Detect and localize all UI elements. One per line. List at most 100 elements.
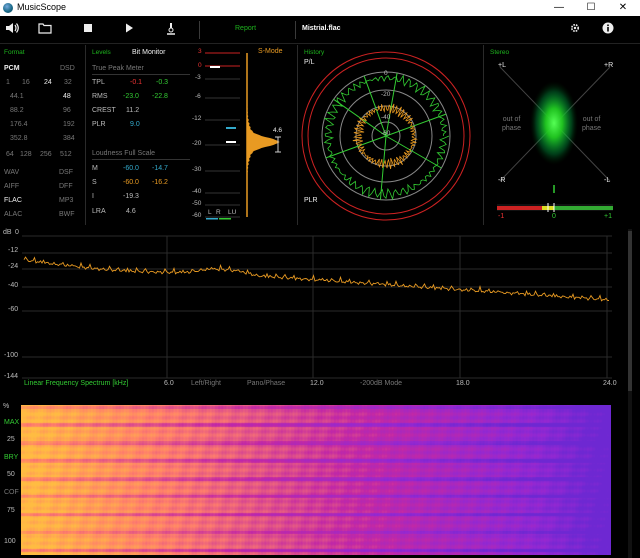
bit-depth-32: 32 xyxy=(64,79,72,86)
file-name: Mistrial.flac xyxy=(302,25,341,32)
format-dsf: DSF xyxy=(59,169,73,176)
loud-i-value: -19.3 xyxy=(123,193,139,200)
loud-m-b: -14.7 xyxy=(152,165,168,172)
legend-lu: LU xyxy=(228,209,237,216)
close-button[interactable]: ✕ xyxy=(608,0,638,16)
format-dff: DFF xyxy=(59,183,73,190)
spectrum-x-6: 6.0 xyxy=(164,380,174,387)
loud-i-label: I xyxy=(92,193,94,200)
sample-rate-384: 384 xyxy=(63,135,75,142)
dsd-rate-128: 128 xyxy=(20,151,32,158)
format-bwf: BWF xyxy=(59,211,75,218)
smode-label[interactable]: S-Mode xyxy=(258,48,283,55)
meter-tick-neg60: -60 xyxy=(192,212,202,219)
pano-phase-toggle[interactable]: Pano/Phase xyxy=(247,380,285,387)
divider xyxy=(92,74,190,75)
play-icon[interactable] xyxy=(121,22,137,38)
tpl-right: -0.3 xyxy=(156,79,169,86)
spectrum-y-12: -12 xyxy=(8,247,19,254)
spectrum-x-24: 24.0 xyxy=(603,380,617,387)
loudness-title: Loudness Full Scale xyxy=(92,150,156,157)
title-bar: MusicScope — ☐ ✕ xyxy=(0,0,640,16)
sample-rate-96: 96 xyxy=(63,107,71,114)
loud-lra-value: 4.6 xyxy=(126,208,136,215)
meter-tick-neg6: -6 xyxy=(195,93,201,100)
gear-icon[interactable] xyxy=(567,22,583,38)
spectrum-y-100: -100 xyxy=(4,352,19,359)
bit-depth-24: 24 xyxy=(44,79,52,86)
left-right-toggle[interactable]: Left/Right xyxy=(191,380,221,387)
panel-divider xyxy=(85,45,86,225)
window-title: MusicScope xyxy=(17,2,67,12)
stereo-corner-pr: +R xyxy=(604,62,614,69)
spectrum-x-12: 12.0 xyxy=(310,380,324,387)
ring-label-40: -40 xyxy=(381,114,391,121)
microscope-icon[interactable] xyxy=(163,22,179,38)
stereo-corner-pl: +L xyxy=(498,62,506,69)
meter-tick-3: 3 xyxy=(198,48,202,55)
legend-r: R xyxy=(216,209,221,216)
panel-divider xyxy=(297,45,298,225)
stop-icon[interactable] xyxy=(80,22,96,38)
spectrum-db-unit: dB xyxy=(3,229,12,236)
minimize-button[interactable]: — xyxy=(544,0,574,16)
ring-label-20: -20 xyxy=(381,91,391,98)
spectro-cof-label[interactable]: COF xyxy=(4,489,19,496)
meter-tick-neg20: -20 xyxy=(192,140,202,147)
true-peak-title: True Peak Meter xyxy=(92,65,144,72)
rms-label: RMS xyxy=(92,93,108,100)
format-alac: ALAC xyxy=(4,211,23,218)
format-mp3: MP3 xyxy=(59,197,74,204)
rms-right: -22.8 xyxy=(152,93,168,100)
spectro-bry-label[interactable]: BRY xyxy=(4,454,18,461)
volume-icon[interactable] xyxy=(4,22,20,38)
meter-tick-neg3: -3 xyxy=(195,74,201,81)
folder-icon[interactable] xyxy=(37,22,53,38)
crest-label: CREST xyxy=(92,107,116,114)
bit-monitor-tab[interactable]: Bit Monitor xyxy=(132,49,165,56)
bit-depth-16: 16 xyxy=(22,79,30,86)
spectrum-y-24: -24 xyxy=(8,263,19,270)
ring-label-60: -60 xyxy=(381,130,391,137)
stereo-scale-pos1: +1 xyxy=(604,213,612,220)
sample-rate-176.4: 176.4 xyxy=(10,121,28,128)
dsd-rate-512: 512 xyxy=(60,151,72,158)
format-aiff: AIFF xyxy=(4,183,20,190)
scrollbar-thumb[interactable] xyxy=(628,231,632,391)
sample-rate-88.2: 88.2 xyxy=(10,107,24,114)
stereo-corner-nl: -L xyxy=(604,177,611,184)
report-tab[interactable]: Report xyxy=(235,25,256,32)
legend-l: L xyxy=(208,209,212,216)
format-dsd: DSD xyxy=(60,65,75,72)
out-of-phase-left: out of phase xyxy=(502,116,522,133)
stereo-corner-nr: -R xyxy=(498,177,506,184)
spectrogram: % MAX 25 BRY 50 COF 75 100 xyxy=(0,398,628,558)
spectrum-y-0: 0 xyxy=(15,229,19,236)
out-of-phase-right: out of phase xyxy=(582,116,602,133)
spectro-50-label: 50 xyxy=(7,471,15,478)
spectrum-x-18: 18.0 xyxy=(456,380,470,387)
frequency-spectrum: dB 0 -12 -24 -40 -60 -100 -144 Linear Fr… xyxy=(0,229,628,391)
app-logo-icon xyxy=(3,3,13,13)
info-icon[interactable] xyxy=(600,22,616,38)
db200-mode-toggle[interactable]: -200dB Mode xyxy=(360,380,402,387)
sample-rate-192: 192 xyxy=(63,121,75,128)
spectro-max-label[interactable]: MAX xyxy=(4,419,19,426)
divider xyxy=(92,159,190,160)
sample-rate-352.8: 352.8 xyxy=(10,135,28,142)
meter-tick-neg12: -12 xyxy=(192,115,202,122)
toolbar: Report Mistrial.flac xyxy=(0,16,640,44)
loud-m-label: M xyxy=(92,165,98,172)
loud-s-b: -16.2 xyxy=(152,179,168,186)
maximize-button[interactable]: ☐ xyxy=(576,0,606,16)
ring-label-0: 0 xyxy=(384,70,388,77)
spectrum-y-40: -40 xyxy=(8,282,19,289)
plr-label: PLR xyxy=(92,121,106,128)
loud-s-a: -60.0 xyxy=(123,179,139,186)
history-panel: History P/L PLR 0 -20 -40 -60 xyxy=(300,45,482,225)
spectrogram-canvas xyxy=(21,405,611,555)
format-wav: WAV xyxy=(4,169,20,176)
meter-tick-0: 0 xyxy=(198,62,202,69)
vertical-scrollbar[interactable] xyxy=(628,229,632,558)
dsd-rate-64: 64 xyxy=(6,151,14,158)
